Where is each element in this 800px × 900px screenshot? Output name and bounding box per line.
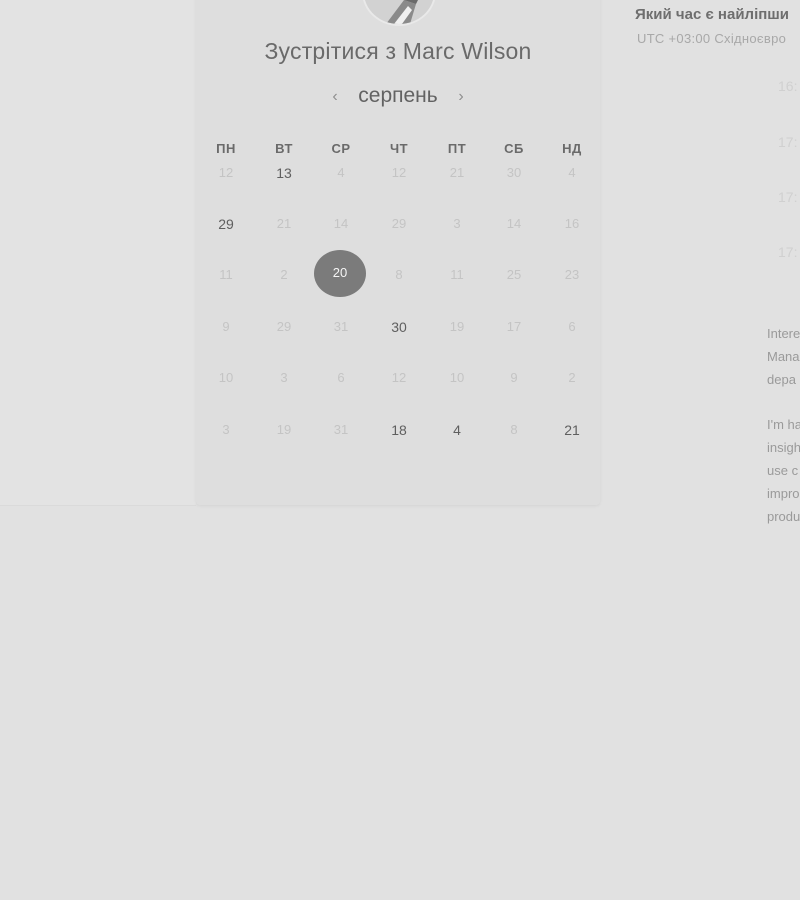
calendar-day-disabled: 4 [337, 165, 345, 180]
time-slot[interactable]: 17: [778, 244, 797, 260]
calendar-day-disabled: 19 [276, 422, 292, 437]
month-label: серпень [358, 84, 438, 107]
avatar-photo-icon [364, 0, 434, 24]
calendar-day-disabled: 19 [449, 319, 465, 334]
avatar [362, 0, 436, 26]
calendar-day-disabled: 31 [333, 422, 349, 437]
calendar-day-disabled: 10 [449, 370, 465, 385]
calendar-day-disabled: 3 [453, 216, 461, 231]
calendar-day-available[interactable]: 13 [264, 165, 304, 181]
weekday-label: НД [562, 141, 582, 156]
calendar-day-disabled: 21 [276, 216, 292, 231]
weekday-label: ПН [216, 141, 236, 156]
weekday-label: СБ [504, 141, 524, 156]
meeting-title: Зустрітися з Marc Wilson [264, 38, 532, 64]
description-line: I'm ha [767, 417, 800, 432]
time-slot[interactable]: 17: [778, 134, 797, 150]
calendar-day-selected[interactable]: 20 [314, 250, 366, 297]
description-line: depa [767, 372, 796, 387]
calendar-day-available[interactable]: 18 [379, 422, 419, 438]
calendar-day-disabled: 29 [276, 319, 292, 334]
calendar-day-disabled: 31 [333, 319, 349, 334]
time-slot[interactable]: 17: [778, 189, 797, 205]
time-question: Який час є найліпши [635, 6, 790, 23]
calendar-day-disabled: 11 [219, 267, 233, 282]
description-line: impro [767, 486, 800, 501]
calendar-day-disabled: 9 [222, 319, 230, 334]
calendar-day-disabled: 8 [395, 267, 403, 282]
calendar-day-disabled: 12 [218, 165, 234, 180]
calendar-day-disabled: 17 [506, 319, 522, 334]
calendar-day-disabled: 6 [568, 319, 576, 334]
background-panel-left [0, 0, 196, 506]
timezone-label: UTC +03:00 Східноєвро [637, 31, 787, 46]
description-line: use c [767, 463, 799, 478]
calendar-day-disabled: 3 [280, 370, 288, 385]
calendar-day-available[interactable]: 29 [206, 216, 246, 232]
calendar-day-disabled: 6 [337, 370, 345, 385]
description-paragraph-2: I'm ha insigh use c impro produ [767, 413, 800, 528]
calendar-day-disabled: 11 [450, 267, 464, 282]
description-line: Mana [767, 349, 800, 364]
calendar-day-disabled: 10 [218, 370, 234, 385]
calendar-day-available[interactable]: 4 [437, 422, 477, 438]
calendar-day-disabled: 14 [506, 216, 522, 231]
weekday-label: ВТ [275, 141, 293, 156]
weekday-label: ПТ [447, 141, 467, 156]
calendar-day-disabled: 8 [510, 422, 518, 437]
description-line: Intere [767, 326, 800, 341]
description-paragraph-1: Intere Mana depa [767, 322, 800, 391]
next-month-button[interactable]: › [449, 86, 473, 110]
description-line: produ [767, 509, 800, 524]
weekday-label: ЧТ [389, 141, 409, 156]
calendar-day-disabled: 21 [449, 165, 465, 180]
calendar-day-disabled: 29 [391, 216, 407, 231]
description-line: insigh [767, 440, 800, 455]
time-slot[interactable]: 16: [778, 78, 797, 94]
weekday-label: СР [331, 141, 351, 156]
chevron-right-icon: › [458, 88, 464, 105]
calendar-day-available[interactable]: 21 [552, 422, 592, 438]
calendar-day-disabled: 9 [510, 370, 518, 385]
calendar-day-disabled: 25 [506, 267, 522, 282]
calendar-day-disabled: 16 [564, 216, 580, 231]
calendar-day-disabled: 3 [222, 422, 230, 437]
calendar-day-disabled: 14 [333, 216, 349, 231]
calendar-day-disabled: 2 [280, 267, 288, 282]
calendar-day-disabled: 12 [391, 165, 407, 180]
calendar-day-disabled: 2 [568, 370, 576, 385]
calendar-day-disabled: 23 [564, 267, 580, 282]
calendar-day-disabled: 4 [568, 165, 576, 180]
calendar-day-available[interactable]: 30 [379, 319, 419, 335]
calendar-day-disabled: 12 [391, 370, 407, 385]
calendar-day-disabled: 30 [506, 165, 522, 180]
